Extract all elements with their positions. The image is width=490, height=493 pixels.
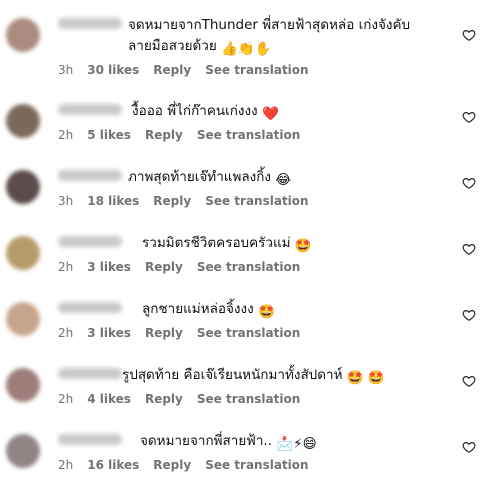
- username-blurred[interactable]: [58, 18, 122, 29]
- avatar[interactable]: [6, 236, 40, 270]
- comment-item: รูปสุดท้าย คือเจ๊เรียนหนักมาทั้งสัปดาห์ …: [0, 360, 490, 426]
- username-blurred[interactable]: [58, 236, 122, 247]
- timestamp: 3h: [58, 194, 74, 208]
- comment-text: งื้อออ พี่ไก่ก๊าคนเก่งงง ❤️: [132, 101, 450, 125]
- comment-meta: 2h 5 likes Reply See translation: [58, 128, 300, 142]
- comment-item: จดหมายจากพี่สายฟ้า.. 📩⚡😄 2h 16 likes Rep…: [0, 426, 490, 492]
- emoji-text: 🤩: [294, 238, 312, 254]
- avatar[interactable]: [6, 170, 40, 204]
- heart-outline-icon[interactable]: [462, 374, 476, 388]
- comment-meta: 2h 3 likes Reply See translation: [58, 260, 300, 274]
- timestamp: 2h: [58, 260, 74, 274]
- emoji-text: 😂: [275, 172, 292, 188]
- heart-outline-icon[interactable]: [462, 176, 476, 190]
- see-translation-link[interactable]: See translation: [205, 63, 308, 77]
- reply-button[interactable]: Reply: [153, 63, 191, 77]
- comment-text: จดหมายจากพี่สายฟ้า.. 📩⚡😄: [140, 431, 450, 455]
- see-translation-link[interactable]: See translation: [205, 194, 308, 208]
- see-translation-link[interactable]: See translation: [197, 392, 300, 406]
- heart-outline-icon[interactable]: [462, 440, 476, 454]
- comment-body: รูปสุดท้าย คือเจ๊เรียนหนักมาทั้งสัปดาห์: [122, 367, 343, 383]
- avatar[interactable]: [6, 302, 40, 336]
- avatar[interactable]: [6, 434, 40, 468]
- likes-count[interactable]: 18 likes: [87, 194, 139, 208]
- timestamp: 2h: [58, 326, 74, 340]
- avatar[interactable]: [6, 368, 40, 402]
- see-translation-link[interactable]: See translation: [197, 260, 300, 274]
- emoji-text: 🤩: [257, 304, 275, 320]
- likes-count[interactable]: 5 likes: [87, 128, 131, 142]
- comment-item: จดหมายจากThunder พี่สายฟ้าสุดหล่อ เก่งจั…: [0, 10, 490, 77]
- emoji-text: 📩⚡😄: [276, 436, 317, 452]
- username-blurred[interactable]: [58, 434, 122, 445]
- comment-meta: 2h 4 likes Reply See translation: [58, 392, 300, 406]
- see-translation-link[interactable]: See translation: [197, 128, 300, 142]
- avatar[interactable]: [6, 18, 40, 52]
- comment-item: งื้อออ พี่ไก่ก๊าคนเก่งงง ❤️ 2h 5 likes R…: [0, 96, 490, 162]
- comment-body: จดหมายจากพี่สายฟ้า..: [140, 433, 272, 449]
- username-blurred[interactable]: [58, 104, 122, 115]
- username-blurred[interactable]: [58, 170, 122, 181]
- reply-button[interactable]: Reply: [145, 392, 183, 406]
- likes-count[interactable]: 3 likes: [87, 260, 131, 274]
- comment-body: รวมมิตรชีวิตครอบครัวแม่: [142, 235, 291, 251]
- comment-body: ภาพสุดท้ายเจ๊ทำแพลงกิ้ง: [128, 169, 272, 185]
- comment-body: งื้อออ พี่ไก่ก๊าคนเก่งงง: [132, 103, 258, 119]
- emoji-text: 🤩 🤩: [346, 370, 385, 386]
- heart-outline-icon[interactable]: [462, 242, 476, 256]
- timestamp: 3h: [58, 63, 74, 77]
- comment-text: รวมมิตรชีวิตครอบครัวแม่ 🤩: [142, 233, 450, 257]
- likes-count[interactable]: 16 likes: [87, 458, 139, 472]
- comment-text: รูปสุดท้าย คือเจ๊เรียนหนักมาทั้งสัปดาห์ …: [122, 365, 450, 389]
- comment-text: ภาพสุดท้ายเจ๊ทำแพลงกิ้ง 😂: [128, 167, 450, 191]
- avatar[interactable]: [6, 104, 40, 138]
- likes-count[interactable]: 3 likes: [87, 326, 131, 340]
- reply-button[interactable]: Reply: [153, 194, 191, 208]
- comment-body: ลูกชายแม่หล่อจิ้งงง: [142, 301, 254, 317]
- timestamp: 2h: [58, 458, 74, 472]
- emoji-text: ❤️: [261, 106, 279, 122]
- comment-text: ลูกชายแม่หล่อจิ้งงง 🤩: [142, 299, 450, 323]
- comment-item: ภาพสุดท้ายเจ๊ทำแพลงกิ้ง 😂 3h 18 likes Re…: [0, 162, 490, 228]
- username-blurred[interactable]: [58, 302, 122, 313]
- comment-meta: 3h 18 likes Reply See translation: [58, 194, 309, 208]
- username-blurred[interactable]: [58, 368, 122, 379]
- timestamp: 2h: [58, 128, 74, 142]
- likes-count[interactable]: 4 likes: [87, 392, 131, 406]
- comment-meta: 2h 16 likes Reply See translation: [58, 458, 309, 472]
- heart-outline-icon[interactable]: [462, 110, 476, 124]
- emoji-text: 👍👏✋: [221, 41, 272, 57]
- reply-button[interactable]: Reply: [153, 458, 191, 472]
- comment-meta: 3h 30 likes Reply See translation: [58, 63, 309, 77]
- heart-outline-icon[interactable]: [462, 308, 476, 322]
- reply-button[interactable]: Reply: [145, 260, 183, 274]
- likes-count[interactable]: 30 likes: [87, 63, 139, 77]
- comment-text: จดหมายจากThunder พี่สายฟ้าสุดหล่อ เก่งจั…: [128, 15, 450, 60]
- comment-item: ลูกชายแม่หล่อจิ้งงง 🤩 2h 3 likes Reply S…: [0, 294, 490, 360]
- reply-button[interactable]: Reply: [145, 128, 183, 142]
- comment-meta: 2h 3 likes Reply See translation: [58, 326, 300, 340]
- see-translation-link[interactable]: See translation: [205, 458, 308, 472]
- comment-item: รวมมิตรชีวิตครอบครัวแม่ 🤩 2h 3 likes Rep…: [0, 228, 490, 294]
- reply-button[interactable]: Reply: [145, 326, 183, 340]
- heart-outline-icon[interactable]: [462, 28, 476, 42]
- timestamp: 2h: [58, 392, 74, 406]
- see-translation-link[interactable]: See translation: [197, 326, 300, 340]
